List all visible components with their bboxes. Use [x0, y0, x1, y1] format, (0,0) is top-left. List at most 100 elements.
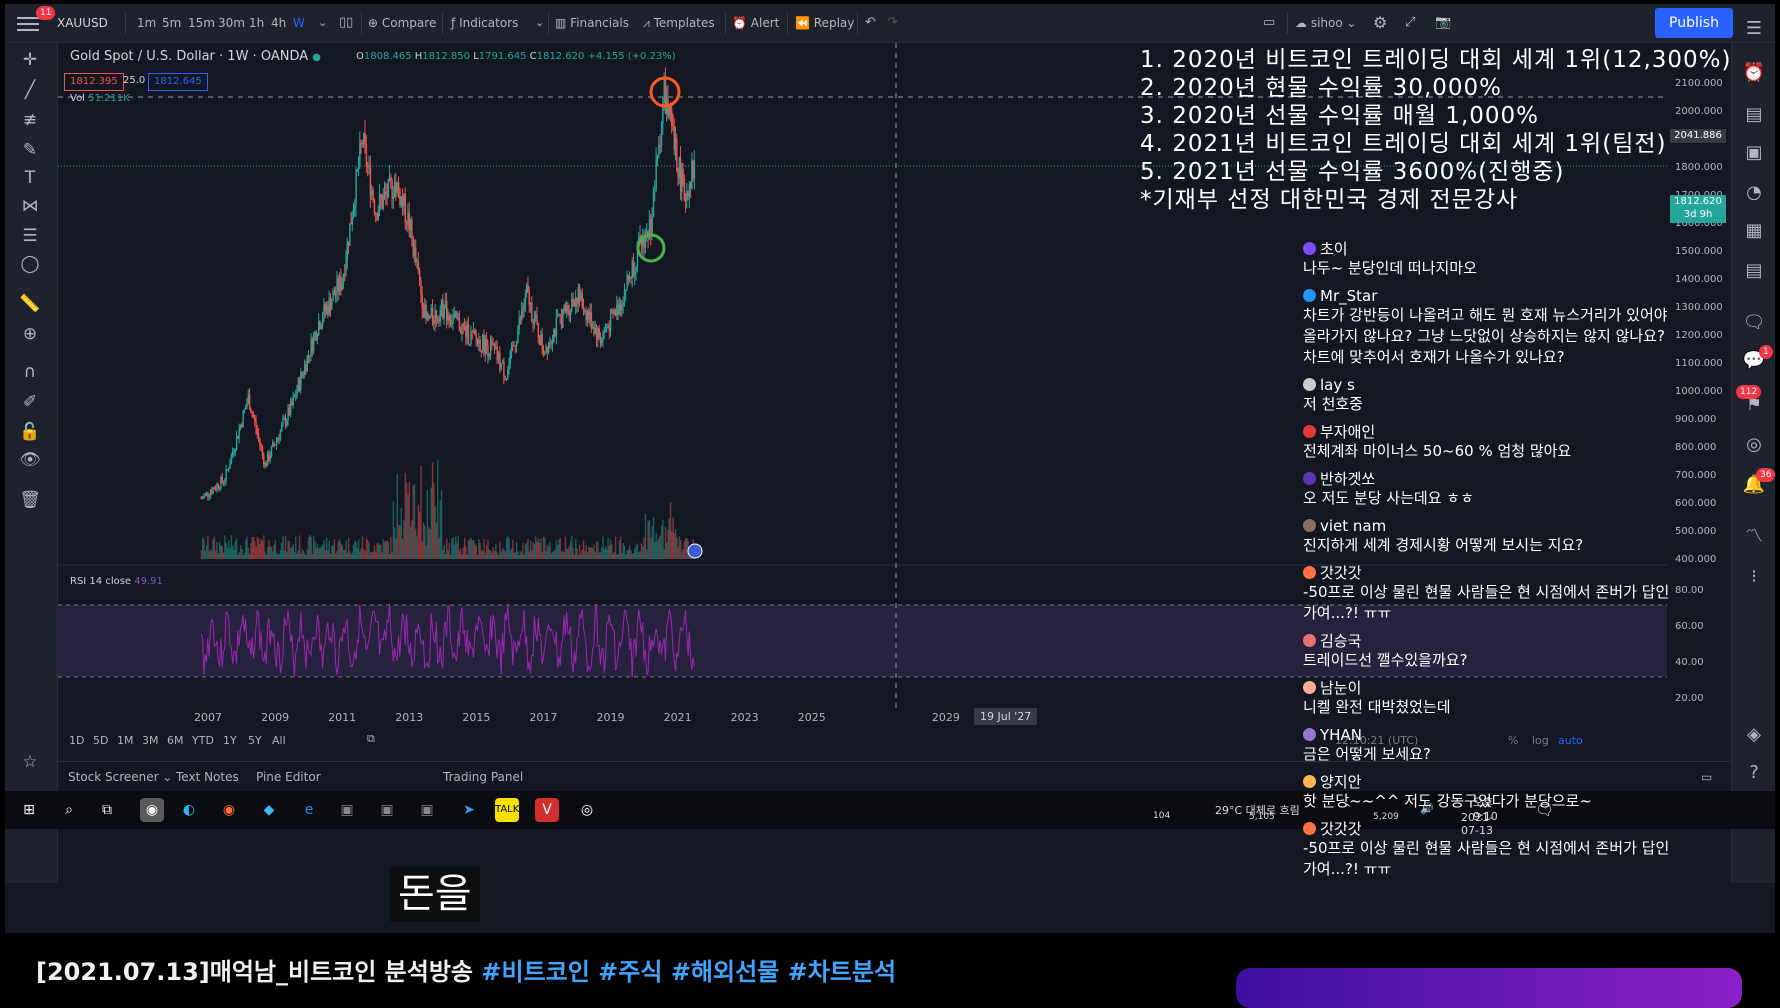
time-tick: 2015	[462, 711, 491, 724]
camera-icon[interactable]: 📷	[1435, 4, 1451, 42]
layers-icon[interactable]: ◈	[1742, 723, 1766, 747]
zoom-icon[interactable]: ⊕	[19, 323, 41, 345]
financials-button[interactable]: ▥ Financials	[555, 4, 629, 42]
chevron-down-icon[interactable]: ⌄	[318, 4, 327, 42]
chrome-icon[interactable]: ◉	[140, 798, 164, 822]
publish-button[interactable]: Publish	[1655, 8, 1733, 38]
kakaotalk-icon[interactable]: TALK	[495, 798, 519, 822]
lock-icon[interactable]: 🔓	[19, 421, 41, 443]
interval-15m[interactable]: 15m	[188, 4, 215, 42]
watchlist-icon[interactable]: ☰	[1742, 17, 1766, 41]
range-1m[interactable]: 1M	[117, 734, 134, 747]
hashtag-link[interactable]: #비트코인	[481, 958, 589, 986]
sell-price-box[interactable]: 1812.395	[64, 73, 124, 91]
tab-pine-editor[interactable]: Pine Editor	[256, 770, 321, 784]
interval-W[interactable]: W	[293, 4, 305, 42]
magnet-icon[interactable]: ∩	[19, 361, 41, 383]
candle-type-icon[interactable]: ▯▯	[339, 4, 353, 42]
tab-stock-screener[interactable]: Stock Screener ⌄	[68, 770, 172, 784]
candle	[658, 145, 660, 155]
redo-icon[interactable]: ↷	[887, 4, 898, 42]
text-icon[interactable]: T	[19, 167, 41, 189]
news-icon[interactable]: ▣	[1742, 141, 1766, 165]
volume-bar	[342, 550, 345, 559]
ie-icon[interactable]: e	[297, 798, 321, 822]
app-v-icon[interactable]: V	[535, 798, 559, 822]
firefox-icon[interactable]: ◉	[217, 798, 241, 822]
layout-select-icon[interactable]: ▭	[1263, 4, 1275, 42]
fib-icon[interactable]: ≢	[19, 109, 41, 131]
interval-1h[interactable]: 1h	[249, 4, 264, 42]
trash-icon[interactable]: 🗑	[19, 489, 41, 511]
candle	[622, 302, 624, 306]
range-5y[interactable]: 5Y	[248, 734, 262, 747]
hashtag-link[interactable]: #주식	[598, 958, 662, 986]
data-window-icon[interactable]: ▤	[1742, 103, 1766, 127]
range-5d[interactable]: 5D	[93, 734, 108, 747]
search-icon[interactable]: ⌕	[57, 798, 81, 822]
range-3m[interactable]: 3M	[142, 734, 159, 747]
chat-icon[interactable]: 🗨	[1742, 311, 1766, 335]
telegram-icon[interactable]: ➤	[457, 798, 481, 822]
chevron-down-icon[interactable]: ⌄	[535, 4, 544, 42]
prediction-icon[interactable]: ☰	[19, 225, 41, 247]
bird-app-icon[interactable]: ◆	[257, 798, 281, 822]
lock-drawing-icon[interactable]: ✐	[19, 391, 41, 413]
interval-5m[interactable]: 5m	[162, 4, 181, 42]
volume-bar	[679, 539, 682, 559]
maximize-panel-icon[interactable]: ▭	[1701, 770, 1712, 784]
dom-icon[interactable]: ⁝	[1742, 565, 1766, 589]
alert-button[interactable]: ⏰ Alert	[732, 4, 779, 42]
range-all[interactable]: All	[272, 734, 286, 747]
volume-bar	[463, 538, 466, 559]
range-ytd[interactable]: YTD	[192, 734, 214, 747]
tab-trading-panel[interactable]: Trading Panel	[443, 770, 523, 784]
range-1d[interactable]: 1D	[69, 734, 84, 747]
goto-date-icon[interactable]: ⧉	[367, 732, 375, 746]
crosshair-icon[interactable]: ✛	[19, 49, 41, 71]
hashtag-link[interactable]: #차트분석	[788, 958, 896, 986]
interval-30m[interactable]: 30m	[218, 4, 245, 42]
calendar-icon[interactable]: ▦	[1742, 219, 1766, 243]
task-view-icon[interactable]: ⧉	[95, 798, 119, 822]
tab-text-notes[interactable]: Text Notes	[176, 770, 239, 784]
obs-icon[interactable]: ◎	[575, 798, 599, 822]
volume-bar	[471, 540, 474, 559]
app-icon[interactable]: ▣	[335, 798, 359, 822]
brush-icon[interactable]: ✎	[19, 139, 41, 161]
app-icon[interactable]: ▣	[375, 798, 399, 822]
hashtag-link[interactable]: #해외선물	[671, 958, 779, 986]
broadcast-icon[interactable]: ◎	[1742, 433, 1766, 457]
trend-icon[interactable]: 〽	[1742, 525, 1766, 549]
app-icon[interactable]: ▣	[415, 798, 439, 822]
alerts-clock-icon[interactable]: ⏰	[1742, 61, 1766, 85]
undo-icon[interactable]: ↶	[865, 4, 876, 42]
candle	[693, 160, 696, 179]
edge-icon[interactable]: ◐	[177, 798, 201, 822]
pattern-icon[interactable]: ⋈	[19, 195, 41, 217]
indicators-button[interactable]: ƒ Indicators	[451, 4, 518, 42]
ruler-icon[interactable]: 📏	[19, 293, 41, 315]
symbol-search[interactable]: XAUUSD	[57, 4, 108, 42]
ideas-icon[interactable]: ▤	[1742, 259, 1766, 283]
layout-name-button[interactable]: ☁ sihoo ⌄	[1295, 4, 1357, 42]
hotlist-icon[interactable]: ◔	[1742, 181, 1766, 205]
fullscreen-icon[interactable]: ⤢	[1405, 4, 1415, 42]
star-icon[interactable]: ☆	[19, 751, 41, 773]
templates-button[interactable]: ⩘ Templates	[643, 4, 715, 42]
interval-4h[interactable]: 4h	[271, 4, 286, 42]
buy-price-box[interactable]: 1812.645	[148, 73, 208, 91]
shapes-icon[interactable]: ◯	[19, 253, 41, 275]
windows-start-icon[interactable]: ⊞	[17, 798, 41, 822]
interval-1m[interactable]: 1m	[137, 4, 156, 42]
range-6m[interactable]: 6M	[167, 734, 184, 747]
help-icon[interactable]: ?	[1742, 761, 1766, 785]
gear-icon[interactable]: ⚙	[1373, 4, 1387, 42]
eye-icon[interactable]: 👁	[19, 449, 41, 471]
compare-button[interactable]: ⊕ Compare	[368, 4, 436, 42]
replay-button[interactable]: ⏪ Replay	[795, 4, 854, 42]
trend-line-icon[interactable]: ╱	[19, 79, 41, 101]
range-1y[interactable]: 1Y	[223, 734, 237, 747]
promo-card[interactable]	[1236, 968, 1742, 1008]
volume-bar	[433, 483, 435, 559]
